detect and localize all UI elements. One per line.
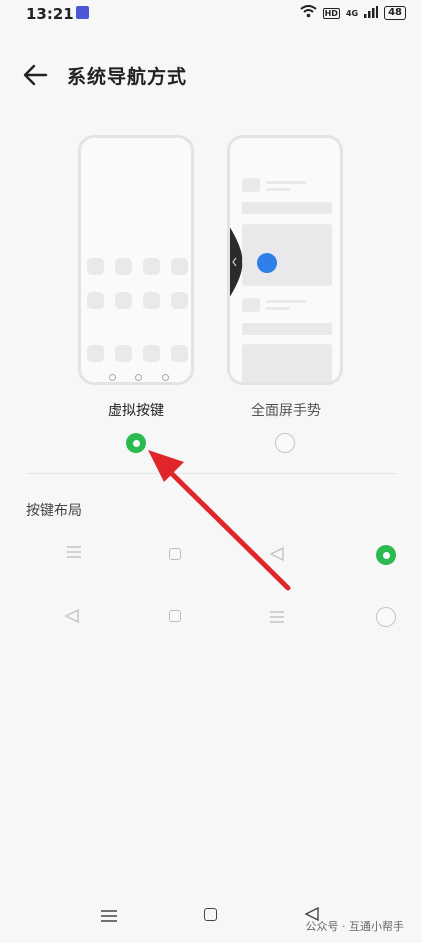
virtual-keys-radio[interactable] (126, 433, 146, 453)
mode-label-virtual-keys: 虚拟按键 (108, 403, 164, 419)
status-indicators: HD 4G 48 (299, 5, 406, 21)
menu-icon (66, 544, 82, 564)
annotation-arrow (148, 450, 291, 591)
page-title: 系统导航方式 (67, 66, 188, 88)
gesture-preview[interactable] (227, 135, 343, 385)
mode-label-gesture: 全面屏手势 (251, 403, 321, 419)
square-icon (169, 610, 181, 622)
back-arrow-icon[interactable] (22, 61, 50, 89)
battery-indicator: 48 (384, 6, 406, 20)
virtual-keys-preview[interactable] (78, 135, 194, 385)
notification-app-icon (76, 6, 89, 19)
watermark: 公众号 · 互通小帮手 (305, 920, 405, 933)
triangle-left-icon (64, 608, 80, 628)
section-title: 按键布局 (26, 503, 82, 519)
gesture-radio[interactable] (275, 433, 295, 453)
layout-option-1[interactable] (0, 538, 422, 572)
signal-icon (364, 5, 379, 21)
layout-2-radio[interactable] (376, 607, 396, 627)
layout-1-radio[interactable] (376, 545, 396, 565)
layout-option-2[interactable] (0, 600, 422, 634)
square-icon (169, 548, 181, 560)
divider (26, 473, 396, 474)
gesture-dot (257, 253, 277, 273)
wifi-icon (299, 5, 317, 21)
hd-badge: HD (322, 7, 340, 19)
network-label: 4G (345, 8, 359, 18)
status-time: 13:21 (26, 5, 74, 23)
menu-icon (269, 609, 285, 628)
triangle-left-icon (269, 546, 285, 566)
home-square-icon[interactable] (204, 908, 217, 921)
gesture-handle-icon (230, 227, 243, 297)
menu-icon[interactable] (100, 908, 118, 927)
